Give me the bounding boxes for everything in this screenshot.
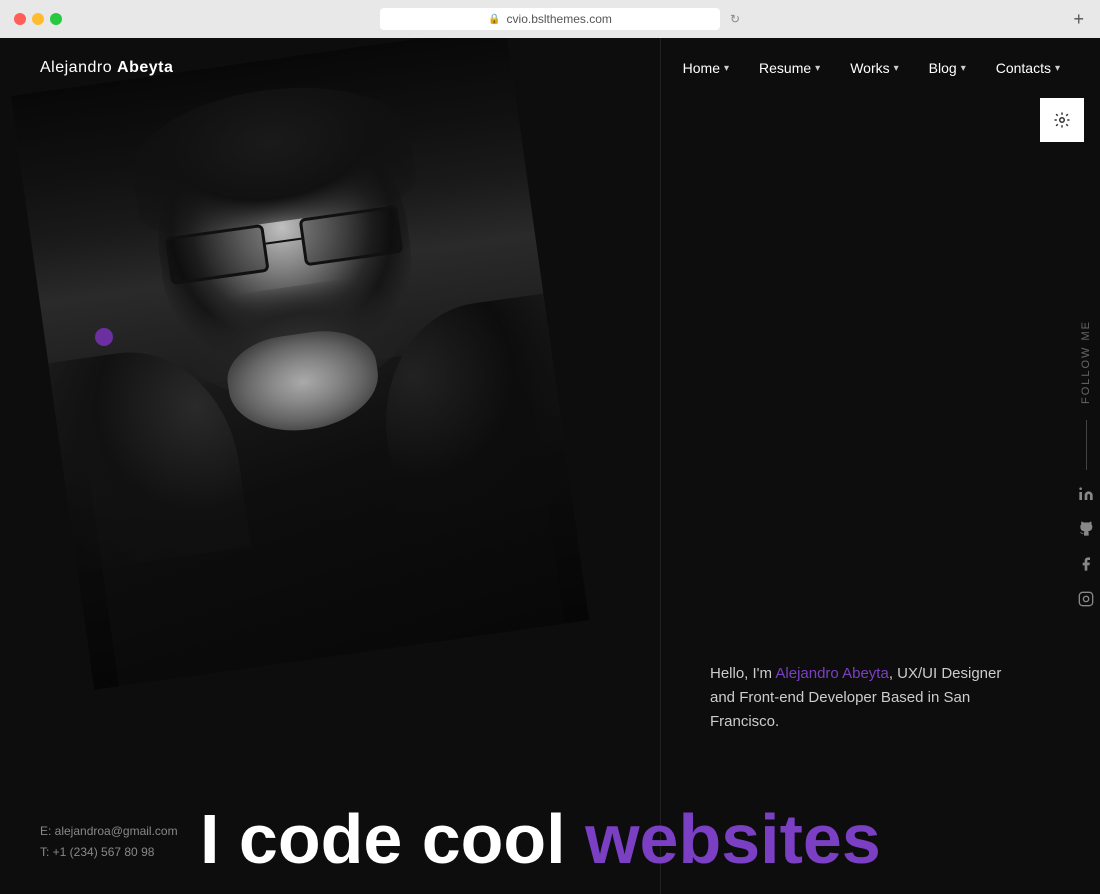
nav-link-home[interactable]: Home ▾ [683,60,729,76]
follow-line [1086,420,1087,470]
traffic-lights [14,13,62,25]
address-bar[interactable]: 🔒 cvio.bslthemes.com ↻ [380,8,720,30]
nav-link-resume[interactable]: Resume ▾ [759,60,820,76]
nav-item-works[interactable]: Works ▾ [850,60,898,76]
nav-link-works[interactable]: Works ▾ [850,60,898,76]
gear-icon [1053,111,1071,129]
contact-info: E: alejandroa@gmail.com T: +1 (234) 567 … [40,821,178,864]
brand-name: Alejandro Abeyta [40,59,173,77]
follow-me-label: Follow Me [1080,320,1092,404]
hero-photo-frame [11,38,590,690]
window-chrome: 🔒 cvio.bslthemes.com ↻ + [0,0,1100,38]
nav-link-blog[interactable]: Blog ▾ [929,60,966,76]
refresh-button[interactable]: ↻ [730,12,740,26]
nav-item-home[interactable]: Home ▾ [683,60,729,76]
phone-text: T: +1 (234) 567 80 98 [40,842,178,864]
big-headline: I code cool websites [200,804,1050,874]
nav-link-contacts[interactable]: Contacts ▾ [996,60,1060,76]
purple-dot-decoration [95,328,113,346]
nav-item-contacts[interactable]: Contacts ▾ [996,60,1060,76]
chevron-down-icon: ▾ [961,63,966,74]
social-icons [1078,486,1094,612]
maximize-button[interactable] [50,13,62,25]
navbar: Alejandro Abeyta Home ▾ Resume ▾ Works ▾ [0,38,1100,98]
hero-photo-bg [11,38,590,690]
close-button[interactable] [14,13,26,25]
hero-intro-text: Hello, I'm Alejandro Abeyta, UX/UI Desig… [710,662,1030,734]
facebook-icon[interactable] [1078,556,1094,577]
chevron-down-icon: ▾ [894,63,899,74]
instagram-icon[interactable] [1078,591,1094,612]
linkedin-icon[interactable] [1078,486,1094,507]
email-text: E: alejandroa@gmail.com [40,821,178,843]
right-content: Hello, I'm Alejandro Abeyta, UX/UI Desig… [660,38,1100,894]
nav-links: Home ▾ Resume ▾ Works ▾ Blog ▾ [683,60,1060,76]
chevron-down-icon: ▾ [724,63,729,74]
nav-item-blog[interactable]: Blog ▾ [929,60,966,76]
minimize-button[interactable] [32,13,44,25]
site-container: Alejandro Abeyta Home ▾ Resume ▾ Works ▾ [0,38,1100,894]
chevron-down-icon: ▾ [815,63,820,74]
nav-item-resume[interactable]: Resume ▾ [759,60,820,76]
hero-photo-area [0,38,660,894]
github-icon[interactable] [1078,521,1094,542]
lock-icon: 🔒 [488,14,500,25]
url-text: cvio.bslthemes.com [507,12,612,26]
settings-button[interactable] [1040,98,1084,142]
follow-me-sidebar: Follow Me [1078,320,1100,612]
chevron-down-icon: ▾ [1055,63,1060,74]
new-tab-button[interactable]: + [1073,10,1084,28]
